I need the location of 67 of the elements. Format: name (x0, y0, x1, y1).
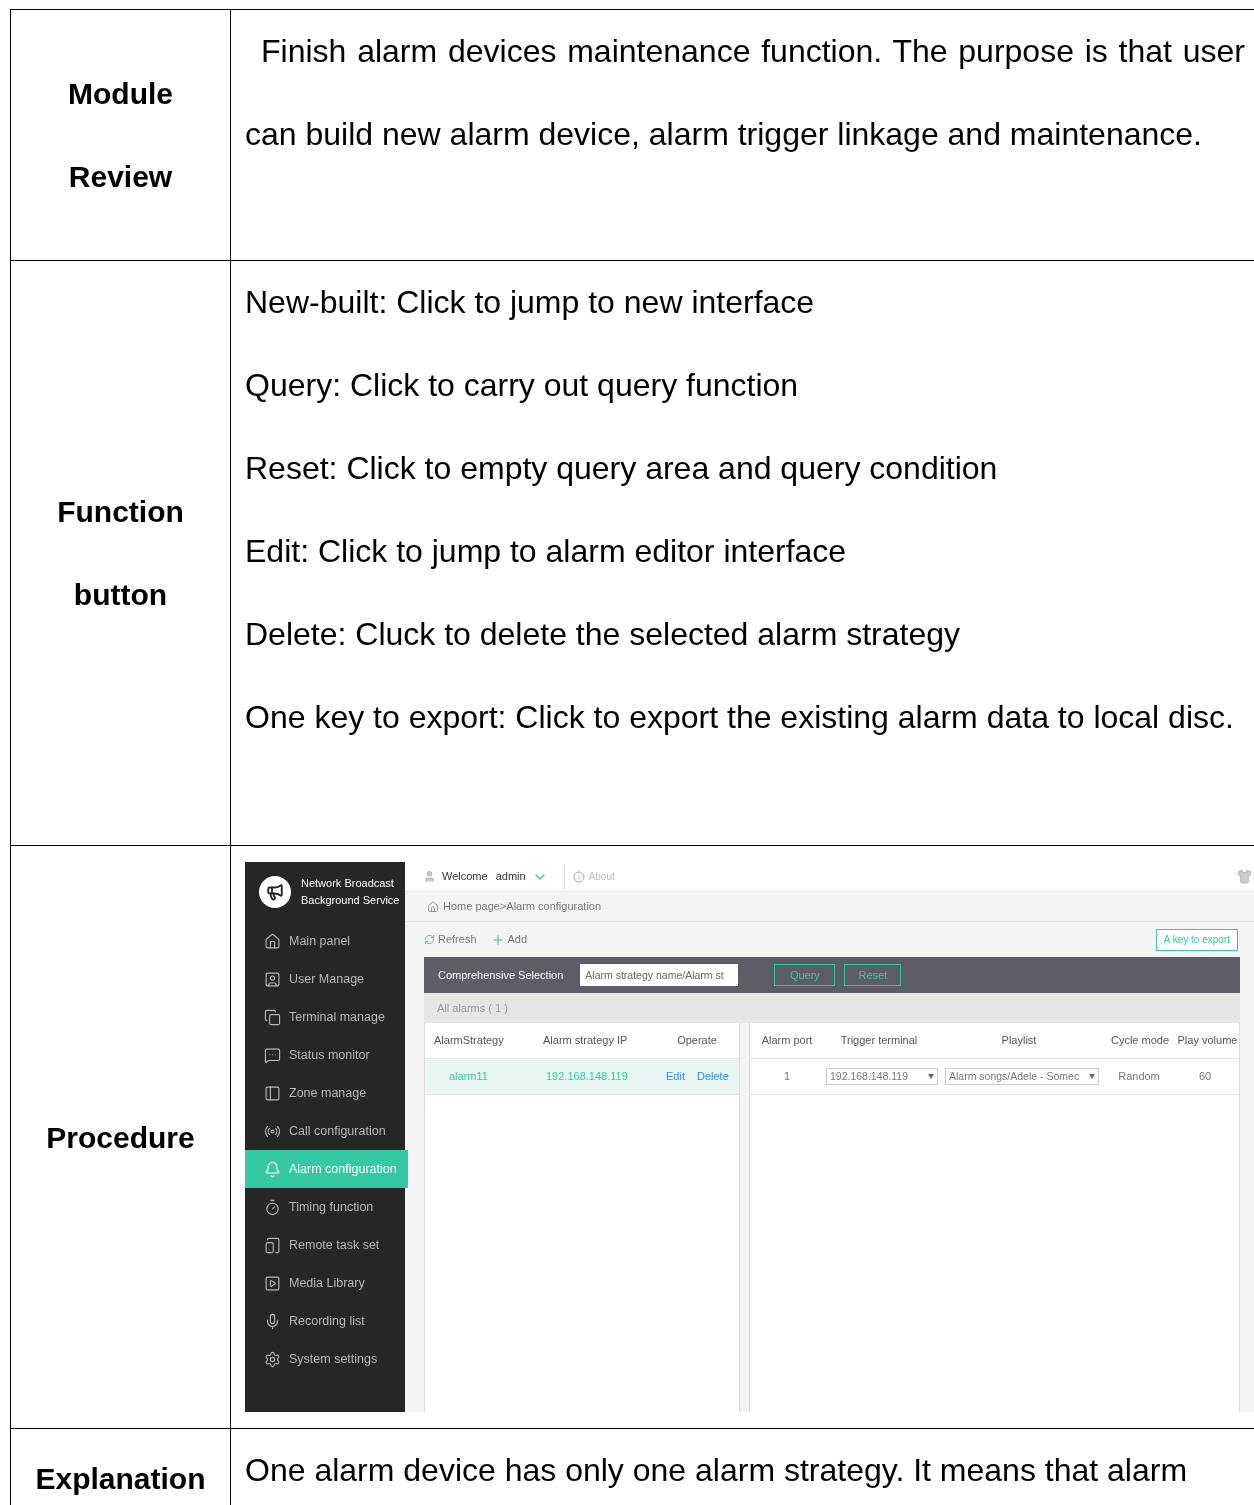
panel-icon (264, 1084, 281, 1102)
row-heading: Module Review (67, 76, 174, 195)
add-button[interactable]: Add (490, 931, 528, 948)
table-cell-text: 60 (1197, 1069, 1213, 1085)
search-field[interactable]: Alarm strategy name/Alarm st (580, 964, 739, 986)
paragraph: Query: Click to carry out query function (245, 366, 800, 405)
caret-icon (928, 1074, 934, 1079)
stopwatch-icon (264, 1198, 281, 1216)
user-name[interactable]: admin (495, 868, 526, 885)
column-header: AlarmStrategy (433, 1033, 505, 1049)
sidebar-item[interactable]: Timing function (245, 1188, 405, 1226)
column-header: Cycle mode (1109, 1033, 1171, 1049)
sidebar-item[interactable]: Media Library (245, 1264, 405, 1302)
house-icon (427, 900, 439, 913)
play-square-icon (264, 1274, 281, 1292)
user-icon (423, 870, 436, 883)
column-header: Playlist (1000, 1033, 1038, 1049)
sidebar-item[interactable]: Status monitor (245, 1036, 405, 1074)
filter-label: Comprehensive Selection (438, 967, 564, 983)
column-header: Play volume (1176, 1033, 1239, 1049)
table-cell-text: 192.168.148.119 (545, 1069, 629, 1085)
paragraph: One alarm device has only one alarm strategy. It means that alarm (245, 1451, 1189, 1490)
sidebar-item[interactable]: Zone manage (245, 1074, 405, 1112)
table-cell-text: Random (1117, 1069, 1161, 1085)
settings-icon (264, 1350, 281, 1368)
refresh-button[interactable]: Refresh (424, 931, 477, 948)
breadcrumb: Home page>Alarm configuration (443, 899, 602, 915)
alarm-count: All alarms ( 1 ) (437, 1000, 508, 1016)
sidebar-item[interactable]: User Manage (245, 960, 405, 998)
column-header: Operate (676, 1033, 718, 1049)
column-header: Alarm port (760, 1033, 814, 1049)
microphone-icon (264, 1312, 281, 1330)
megaphone-logo-icon (259, 876, 291, 908)
plus-icon (490, 932, 505, 947)
house-icon (264, 932, 281, 950)
paragraph: Finish alarm devices maintenance function. The purpose is that user can build new alarm device, alarm trigger linkage and maintenance. (245, 32, 1245, 154)
bell-icon (264, 1160, 281, 1178)
user-card-icon (264, 970, 281, 988)
row-heading: Explanation (34, 1461, 207, 1497)
shirt-icon[interactable] (1237, 869, 1252, 884)
table-cell-text: alarm11 (448, 1069, 489, 1085)
info-icon (572, 870, 585, 883)
sidebar-item[interactable]: System settings (245, 1340, 405, 1378)
playlist-dropdown[interactable]: Alarm songs/Adele - Somec (945, 1068, 1099, 1085)
sidebar-item[interactable]: Remote task set (245, 1226, 405, 1264)
paragraph: Reset: Click to empty query area and query condition (245, 449, 999, 488)
welcome-text: Welcome (442, 869, 488, 885)
sidebar-item[interactable]: Terminal manage (245, 998, 405, 1036)
sidebar-item[interactable]: Main panel (245, 922, 405, 960)
caret-icon (1089, 1074, 1095, 1079)
brand-name: Network Broadcast Background Service (301, 876, 401, 908)
terminal-dropdown[interactable]: 192.168.148.119 (826, 1068, 938, 1085)
paragraph: Delete: Cluck to delete the selected alarm strategy (245, 615, 962, 654)
stacked-windows-icon (264, 1008, 281, 1026)
column-header: Alarm strategy IP (542, 1033, 629, 1049)
paragraph: One key to export: Click to export the existing alarm data to local disc. (245, 698, 1235, 737)
tablet-icon (264, 1236, 281, 1254)
row-heading: Function button (56, 494, 185, 613)
paragraph: Edit: Click to jump to alarm editor interface (245, 532, 848, 571)
paragraph: New-built: Click to jump to new interface (245, 283, 816, 322)
column-header: Trigger terminal (839, 1033, 919, 1049)
chat-bubble-icon (264, 1046, 281, 1064)
sidebar-item[interactable]: Call configuration (245, 1112, 405, 1150)
refresh-icon (424, 934, 435, 945)
table-cell-text: 1 (782, 1069, 792, 1085)
sidebar-item[interactable]: Recording list (245, 1302, 405, 1340)
row-heading: Procedure (45, 1119, 196, 1156)
